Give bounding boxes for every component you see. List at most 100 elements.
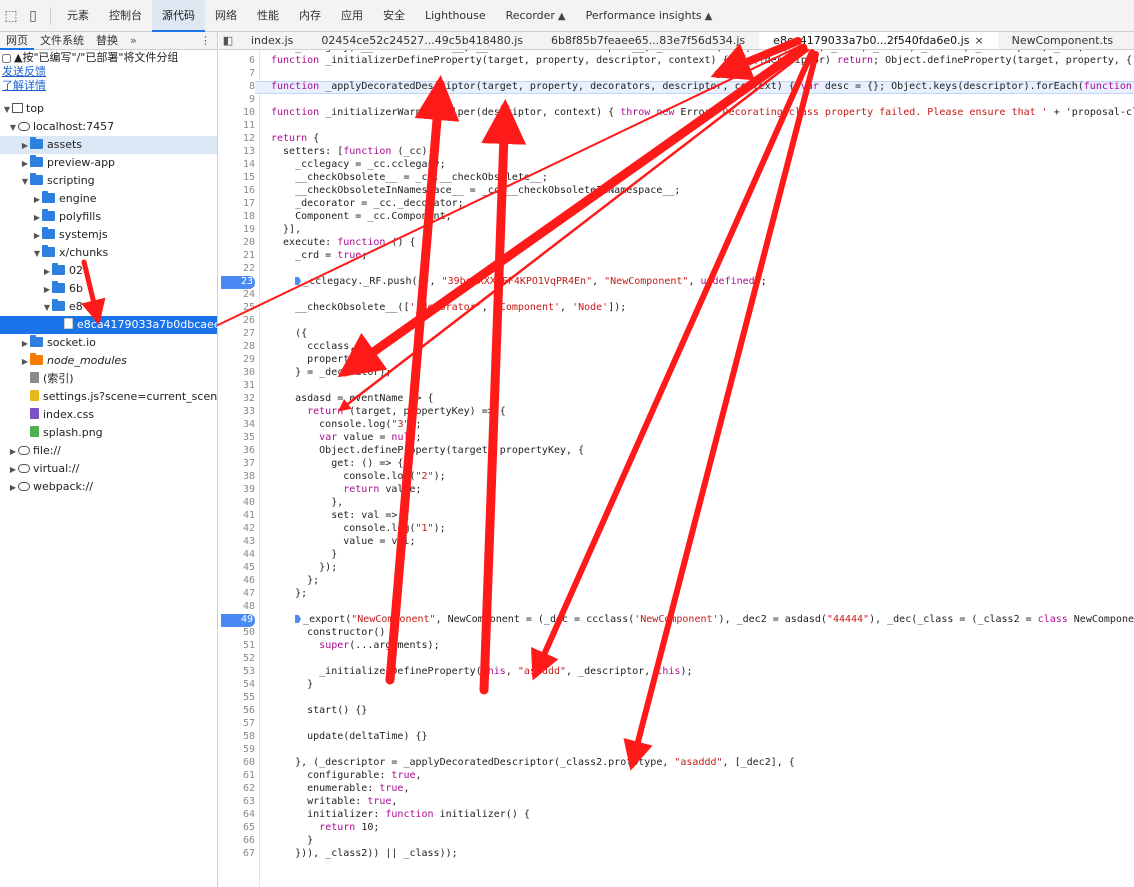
tab-application[interactable]: 应用	[331, 0, 373, 32]
menu-icon[interactable]: ⋮	[200, 34, 211, 47]
line-number[interactable]: 16	[219, 185, 255, 196]
breakpoint-marker[interactable]: 49	[219, 614, 255, 627]
line-number[interactable]: 29	[219, 354, 255, 365]
line-number[interactable]: 53	[219, 666, 255, 677]
line-number[interactable]: 57	[219, 718, 255, 729]
tree-item-preview-app[interactable]: ▶ preview-app	[0, 154, 217, 172]
line-number[interactable]: 34	[219, 419, 255, 430]
line-number[interactable]: 17	[219, 198, 255, 209]
line-number[interactable]: 61	[219, 770, 255, 781]
device-toolbar-icon[interactable]: ▯	[22, 5, 44, 27]
line-number[interactable]: 10	[219, 107, 255, 118]
learn-more-link[interactable]: 了解详情	[2, 79, 215, 93]
line-number[interactable]: 51	[219, 640, 255, 651]
code-view[interactable]: 5 var _cclegacy, __checkObsolete__, __che…	[219, 50, 1134, 887]
line-number[interactable]: 22	[219, 263, 255, 274]
line-number[interactable]: 56	[219, 705, 255, 716]
line-number[interactable]: 42	[219, 523, 255, 534]
line-number[interactable]: 5	[219, 50, 255, 53]
inspect-element-icon[interactable]: ⬚	[0, 5, 22, 27]
tab-page[interactable]: 网页	[0, 32, 34, 50]
line-number[interactable]: 44	[219, 549, 255, 560]
line-number[interactable]: 58	[219, 731, 255, 742]
line-number[interactable]: 50	[219, 627, 255, 638]
toggle-navigator-icon[interactable]: ◧	[219, 32, 237, 49]
tab-memory[interactable]: 内存	[289, 0, 331, 32]
tree-item-webpack[interactable]: ▶ webpack://	[0, 478, 217, 496]
tree-item-socket-io[interactable]: ▶ socket.io	[0, 334, 217, 352]
line-number[interactable]: 48	[219, 601, 255, 612]
line-number[interactable]: 46	[219, 575, 255, 586]
tree-item-x-chunks[interactable]: ▼ x/chunks	[0, 244, 217, 262]
line-number[interactable]: 62	[219, 783, 255, 794]
more-tabs-icon[interactable]: »	[124, 32, 143, 50]
line-number[interactable]: 31	[219, 380, 255, 391]
line-number[interactable]: 9	[219, 94, 255, 105]
line-number[interactable]: 41	[219, 510, 255, 521]
send-feedback-link[interactable]: 发送反馈	[2, 65, 215, 79]
tab-network[interactable]: 网络	[205, 0, 247, 32]
line-number[interactable]: 24	[219, 289, 255, 300]
tree-item-assets[interactable]: ▶ assets	[0, 136, 217, 154]
file-tab-6b8f8[interactable]: 6b8f85b7feaee65...83e7f56d534.js	[537, 32, 759, 49]
tree-item-02[interactable]: ▶ 02	[0, 262, 217, 280]
line-number[interactable]: 25	[219, 302, 255, 313]
line-number[interactable]: 6	[219, 55, 255, 66]
line-number[interactable]: 40	[219, 497, 255, 508]
line-number[interactable]: 52	[219, 653, 255, 664]
tab-recorder[interactable]: Recorder ▲	[496, 0, 576, 32]
tab-performance-insights[interactable]: Performance insights ▲	[576, 0, 723, 32]
line-number[interactable]: 35	[219, 432, 255, 443]
tab-elements[interactable]: 元素	[57, 0, 99, 32]
line-number[interactable]: 63	[219, 796, 255, 807]
line-number[interactable]: 11	[219, 120, 255, 131]
group-files-checkbox[interactable]	[2, 53, 11, 63]
tree-item-systemjs[interactable]: ▶ systemjs	[0, 226, 217, 244]
line-number[interactable]: 14	[219, 159, 255, 170]
line-number[interactable]: 54	[219, 679, 255, 690]
line-number[interactable]: 20	[219, 237, 255, 248]
tree-item-scripting[interactable]: ▼ scripting	[0, 172, 217, 190]
tree-item-index-css[interactable]: index.css	[0, 406, 217, 424]
tree-item-e8[interactable]: ▼ e8	[0, 298, 217, 316]
close-icon[interactable]: ×	[974, 34, 983, 47]
line-number[interactable]: 66	[219, 835, 255, 846]
line-number[interactable]: 28	[219, 341, 255, 352]
tree-item-selected-file[interactable]: e8ca4179033a7b0dbcaeeb8e	[0, 316, 217, 334]
tab-console[interactable]: 控制台	[99, 0, 152, 32]
line-number[interactable]: 30	[219, 367, 255, 378]
tree-item-top[interactable]: ▼ top	[0, 100, 217, 118]
file-tab-newcomponent-ts[interactable]: NewComponent.ts	[998, 32, 1127, 49]
file-tab-02454[interactable]: 02454ce52c24527...49c5b418480.js	[307, 32, 537, 49]
line-number[interactable]: 18	[219, 211, 255, 222]
tree-item-localhost[interactable]: ▼ localhost:7457	[0, 118, 217, 136]
tree-item-splash-png[interactable]: splash.png	[0, 424, 217, 442]
line-number[interactable]: 19	[219, 224, 255, 235]
line-number[interactable]: 64	[219, 809, 255, 820]
tab-lighthouse[interactable]: Lighthouse	[415, 0, 496, 32]
tree-item-engine[interactable]: ▶ engine	[0, 190, 217, 208]
line-number[interactable]: 12	[219, 133, 255, 144]
file-tab-index-js[interactable]: index.js	[237, 32, 307, 49]
breakpoint-marker[interactable]: 23	[219, 276, 255, 289]
tree-item-polyfills[interactable]: ▶ polyfills	[0, 208, 217, 226]
line-number[interactable]: 67	[219, 848, 255, 859]
tab-performance[interactable]: 性能	[247, 0, 289, 32]
tab-overrides[interactable]: 替换	[90, 32, 124, 50]
tree-item-6b[interactable]: ▶ 6b	[0, 280, 217, 298]
line-number[interactable]: 27	[219, 328, 255, 339]
tab-sources[interactable]: 源代码	[152, 0, 205, 32]
line-number[interactable]: 21	[219, 250, 255, 261]
tree-item-settings-js[interactable]: settings.js?scene=current_scene	[0, 388, 217, 406]
line-number[interactable]: 55	[219, 692, 255, 703]
line-number[interactable]: 36	[219, 445, 255, 456]
tab-filesystem[interactable]: 文件系统	[34, 32, 90, 50]
tree-item-file[interactable]: ▶ file://	[0, 442, 217, 460]
line-number[interactable]: 59	[219, 744, 255, 755]
file-tab-e8ca4[interactable]: e8ca4179033a7b0...2f540fda6e0.js ×	[759, 32, 998, 49]
line-number[interactable]: 43	[219, 536, 255, 547]
line-number[interactable]: 13	[219, 146, 255, 157]
line-number[interactable]: 47	[219, 588, 255, 599]
tree-item-index[interactable]: (索引)	[0, 370, 217, 388]
line-number[interactable]: 26	[219, 315, 255, 326]
